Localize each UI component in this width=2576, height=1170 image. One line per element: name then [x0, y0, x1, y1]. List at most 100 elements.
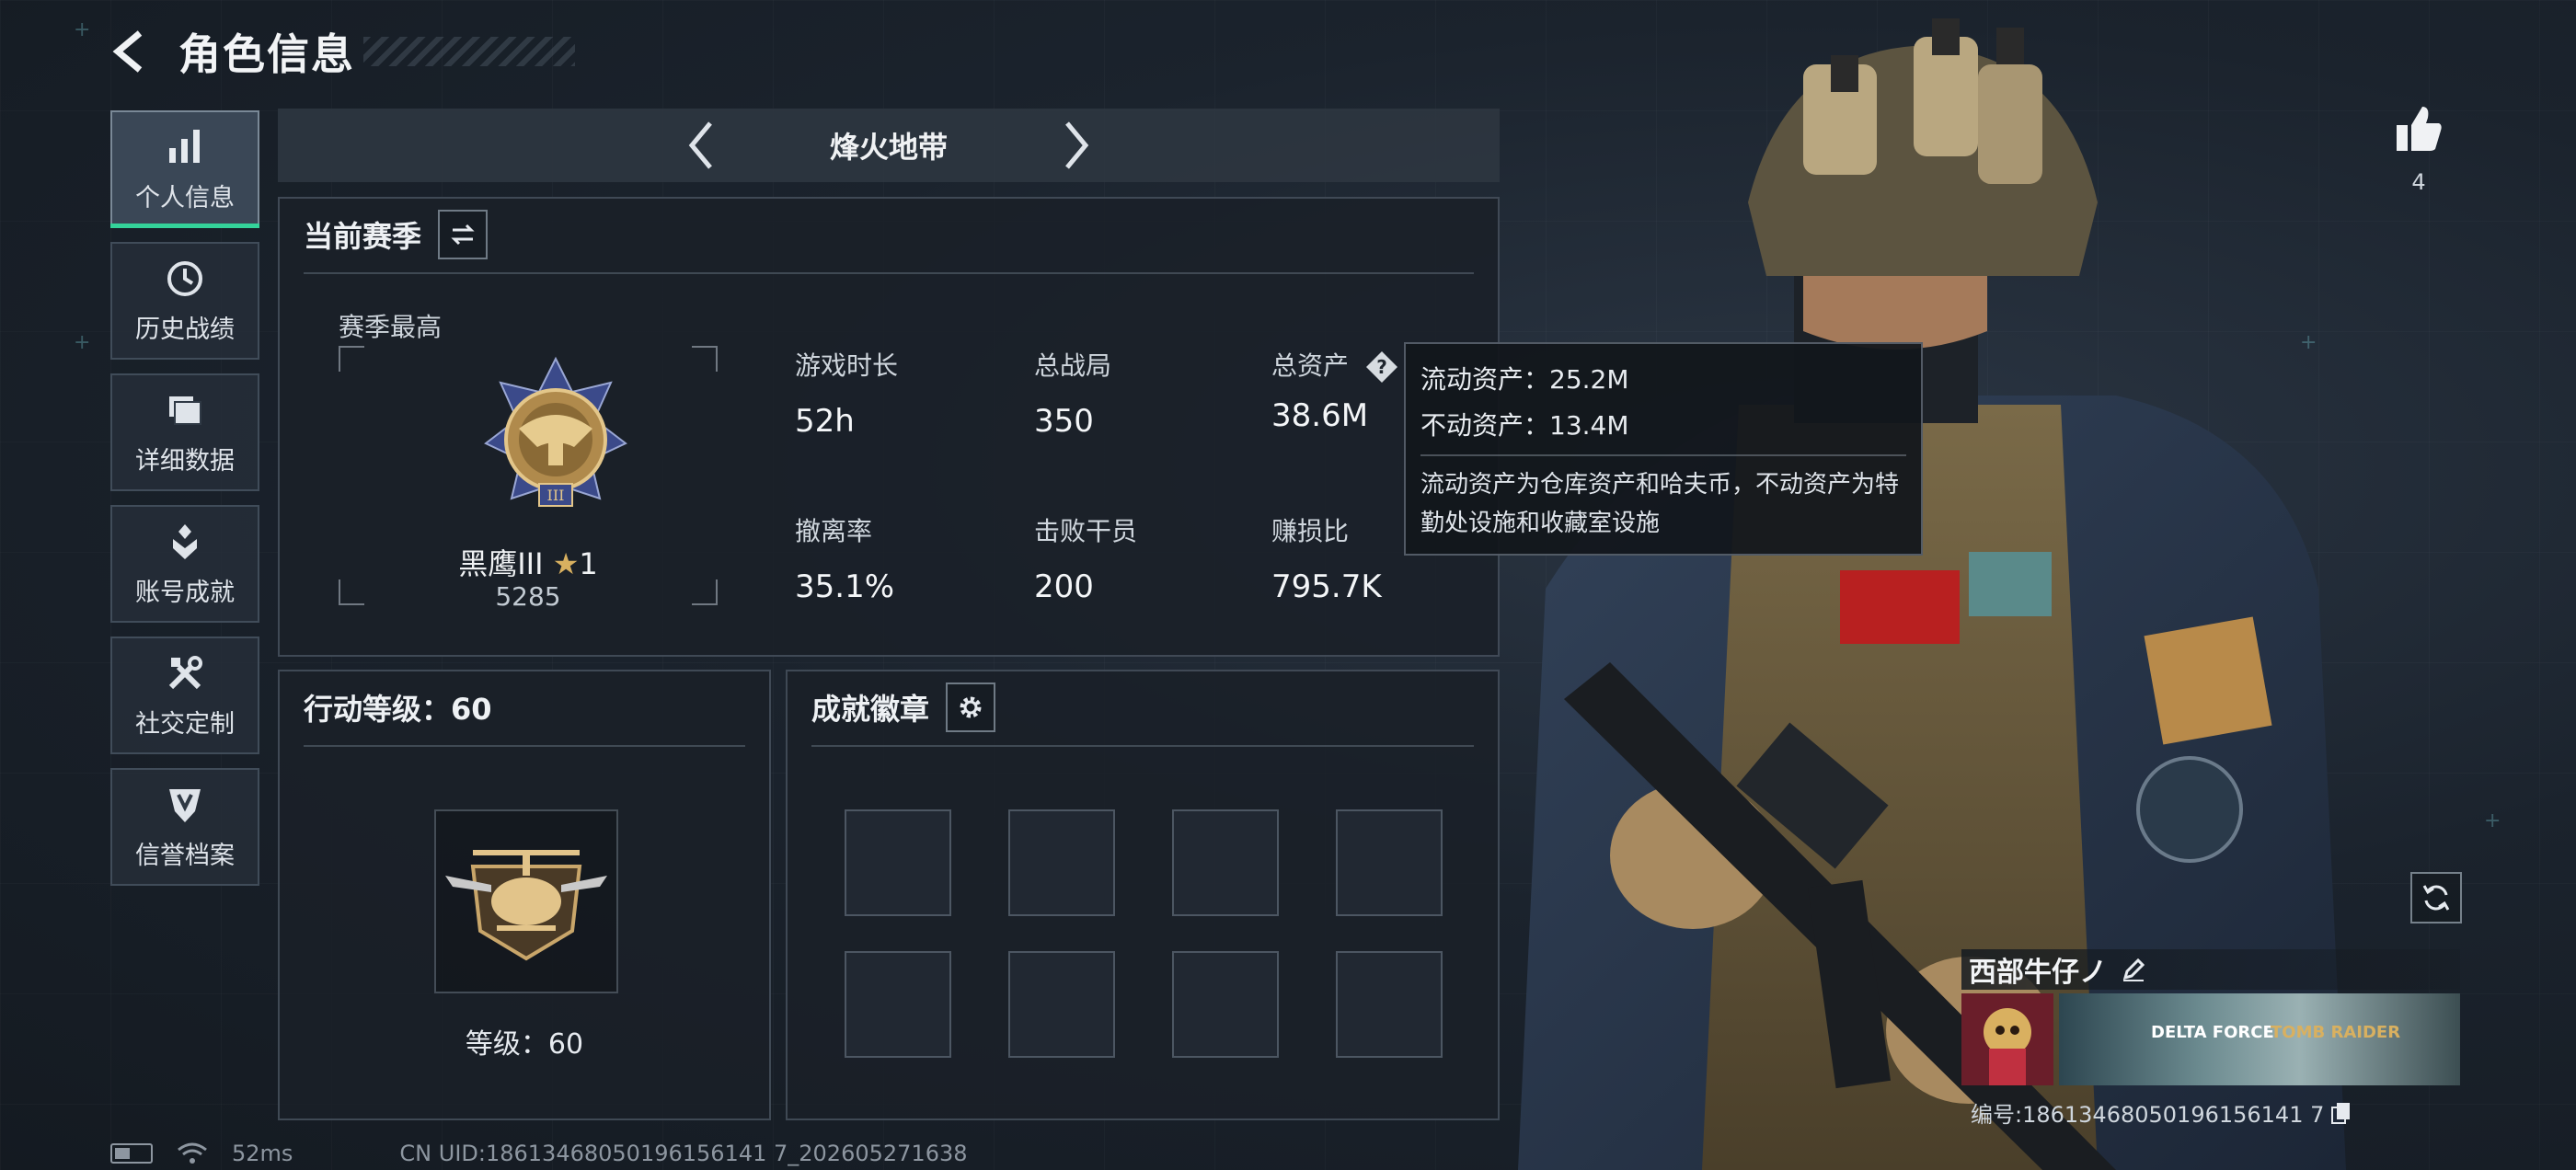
tooltip-liquid-assets: 流动资产：25.2M: [1420, 364, 1629, 395]
chevron-right-icon[interactable]: [1058, 118, 1095, 173]
help-icon[interactable]: ?: [1364, 350, 1399, 384]
divider: [811, 745, 1474, 747]
tooltip-fixed-assets: 不动资产：13.4M: [1420, 410, 1629, 441]
stat-total-matches: 总战局 350: [1034, 346, 1111, 440]
sidebar-item-personal-info[interactable]: 个人信息: [110, 110, 259, 228]
badge-slot[interactable]: [1172, 809, 1279, 916]
stat-label-row: 总资产 ?: [1271, 346, 1399, 384]
refresh-appearance-button[interactable]: [2410, 872, 2462, 923]
stat-label: 赚损比: [1271, 516, 1350, 546]
stat-total-assets: 总资产 ? 38.6M: [1271, 346, 1399, 434]
like-button[interactable]: 4: [2386, 103, 2451, 195]
stat-profit-loss-ratio: 赚损比 795.7K: [1271, 511, 1382, 605]
thumbs-up-icon: [2397, 107, 2442, 151]
rank-badge-frame: III 黑鹰III ★1 5285: [339, 346, 718, 612]
shield-icon: [169, 788, 201, 822]
rank-emblem-icon: III: [484, 356, 627, 507]
sidebar-item-label: 详细数据: [135, 446, 235, 476]
crosshair-decoration: +: [2484, 809, 2501, 832]
badge-slot[interactable]: [1008, 809, 1115, 916]
player-banner: DELTA FORCE TOMB RAIDER: [1961, 993, 2460, 1085]
battery-level: [115, 1148, 131, 1159]
banner-artwork: DELTA FORCE TOMB RAIDER: [2059, 993, 2460, 1085]
stat-label: 总资产: [1271, 350, 1350, 381]
rank-stars: 1: [579, 546, 598, 581]
svg-text:III: III: [547, 487, 565, 504]
game-mode-selector: 烽火地带: [278, 109, 1500, 182]
season-title: 当前赛季: [304, 219, 422, 254]
sidebar-item-detailed-data[interactable]: 详细数据: [110, 373, 259, 491]
sidebar-item-history[interactable]: 历史战绩: [110, 242, 259, 360]
sidebar: 个人信息 历史战绩 详细数据 账号成就 社交定制 信誉档案: [110, 110, 259, 900]
sidebar-item-label: 个人信息: [135, 183, 235, 212]
rank-score: 5285: [495, 581, 561, 612]
banner-logo-tomb-raider: TOMB RAIDER: [2271, 1023, 2401, 1042]
badge-slot[interactable]: [845, 951, 951, 1058]
sidebar-item-reputation[interactable]: 信誉档案: [110, 768, 259, 886]
badge-slot[interactable]: [1172, 951, 1279, 1058]
badge-slot[interactable]: [1336, 951, 1443, 1058]
divider: [304, 745, 745, 747]
stat-label: 击败干员: [1034, 516, 1138, 546]
stat-value: 350: [1034, 403, 1094, 440]
player-name-row: 西部牛仔ノ: [1961, 949, 2460, 990]
stat-extraction-rate: 撤离率 35.1%: [795, 511, 894, 605]
stat-value: 38.6M: [1271, 397, 1369, 434]
season-best-label: 赛季最高: [339, 312, 443, 342]
wifi-icon: [178, 1142, 207, 1164]
achievement-badges-panel: 成就徽章: [786, 670, 1500, 1120]
badge-slot[interactable]: [845, 809, 951, 916]
player-card: 西部牛仔ノ DELTA FORCE TOMB RAIDER 编号:1861346…: [1961, 949, 2460, 1129]
level-value: 等级：60: [465, 1028, 584, 1061]
back-arrow-icon[interactable]: [109, 29, 153, 74]
page-header: 角色信息: [109, 24, 355, 79]
star-icon: ★: [552, 546, 580, 581]
footer-uid: CN UID:18613468050196156141 7_2026052716…: [399, 1141, 968, 1166]
sidebar-item-label: 账号成就: [135, 578, 235, 607]
tooltip-description: 流动资产为仓库资产和哈夫币，不动资产为特勤处设施和收藏室设施: [1420, 471, 1900, 537]
game-mode-name: 烽火地带: [829, 130, 948, 165]
achievements-title: 成就徽章: [811, 692, 930, 727]
tools-icon: [168, 655, 202, 689]
history-icon: [167, 260, 202, 296]
svg-text:?: ?: [1376, 356, 1387, 378]
achievement-icon: [173, 523, 197, 559]
page-title: 角色信息: [178, 29, 355, 79]
battery-icon: [110, 1143, 153, 1164]
stat-value: 35.1%: [795, 568, 895, 605]
switch-season-button[interactable]: [438, 210, 489, 259]
gear-icon: [960, 696, 982, 718]
stat-value: 52h: [795, 403, 855, 440]
edit-icon[interactable]: [2120, 956, 2147, 983]
stat-label: 撤离率: [795, 516, 873, 546]
badge-slot[interactable]: [1008, 951, 1115, 1058]
rank-name-row: 黑鹰III ★1: [339, 541, 718, 583]
swap-icon: [451, 224, 475, 246]
crosshair-decoration: +: [74, 331, 91, 354]
stat-label: 游戏时长: [795, 350, 899, 381]
tooltip-divider: [1420, 454, 1906, 456]
folder-icon: [169, 396, 201, 425]
stat-label: 总战局: [1034, 350, 1112, 381]
player-uid: 编号:18613468050196156141 7: [1971, 1102, 2325, 1128]
stat-play-time: 游戏时长 52h: [795, 346, 898, 440]
title-decoration: [363, 37, 575, 66]
player-uid-row: 编号:18613468050196156141 7: [1961, 1096, 2460, 1129]
badge-slot[interactable]: [1336, 809, 1443, 916]
sidebar-item-social[interactable]: 社交定制: [110, 637, 259, 754]
achievement-settings-button[interactable]: [946, 682, 996, 732]
chevron-left-icon[interactable]: [683, 118, 719, 173]
rank-name: 黑鹰III: [458, 546, 544, 581]
ping-value: 52ms: [232, 1141, 293, 1166]
avatar[interactable]: [1961, 993, 2053, 1085]
action-level-panel: 行动等级：60 等级：60: [278, 670, 771, 1120]
sidebar-item-label: 历史战绩: [135, 315, 235, 344]
bar-chart-icon: [169, 129, 200, 163]
level-title: 行动等级：60: [304, 692, 492, 727]
player-name: 西部牛仔ノ: [1969, 957, 2107, 989]
stat-value: 200: [1034, 568, 1094, 605]
copy-icon[interactable]: [2329, 1101, 2353, 1125]
sidebar-item-achievements[interactable]: 账号成就: [110, 505, 259, 623]
sidebar-item-label: 信誉档案: [135, 841, 235, 870]
refresh-icon: [2422, 885, 2450, 911]
